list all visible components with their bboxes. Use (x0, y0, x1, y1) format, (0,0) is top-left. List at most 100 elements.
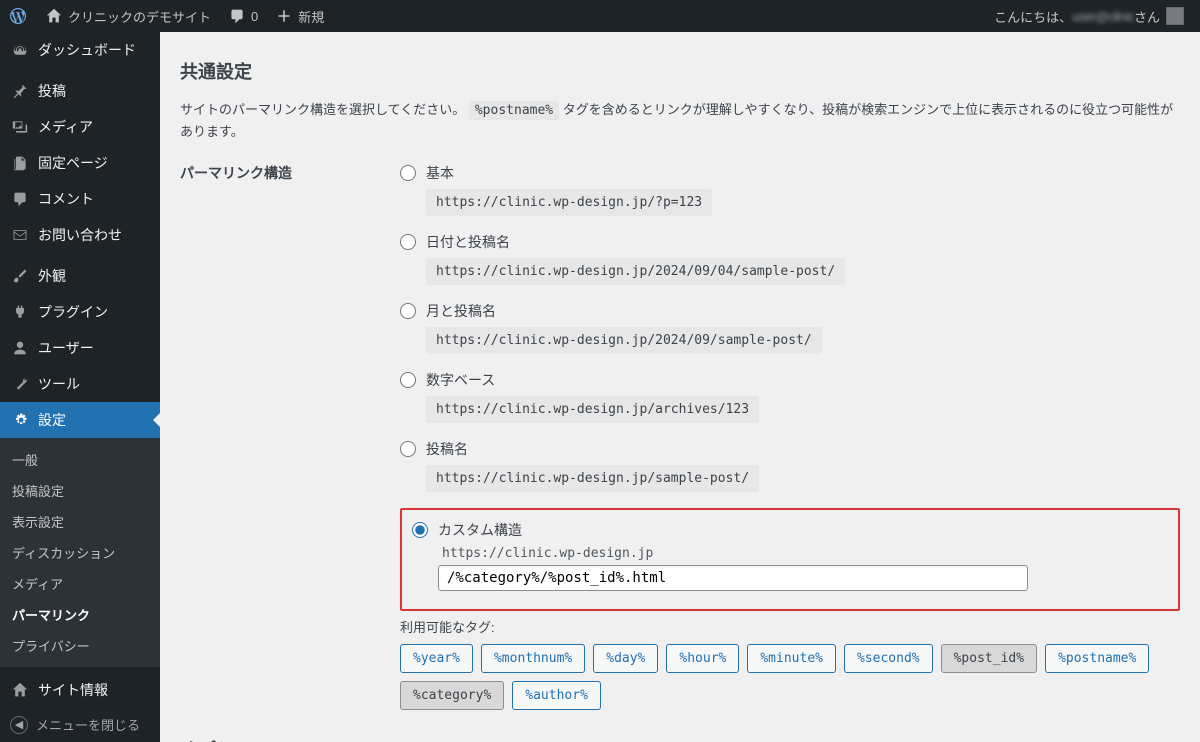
option-plain: 基本 https://clinic.wp-design.jp/?p=123 (400, 163, 1180, 216)
menu-media[interactable]: メディア (0, 109, 160, 145)
option-plain-label[interactable]: 基本 (400, 163, 1180, 183)
submenu-writing[interactable]: 投稿設定 (0, 475, 160, 506)
menu-label: サイト情報 (38, 680, 108, 700)
option-month-name: 月と投稿名 https://clinic.wp-design.jp/2024/0… (400, 301, 1180, 354)
collapse-icon: ◀ (10, 716, 28, 734)
collapse-menu[interactable]: ◀ メニューを閉じる (0, 707, 160, 742)
new-content-link[interactable]: 新規 (266, 0, 332, 32)
available-tags: %year% %monthnum% %day% %hour% %minute% %seco… (400, 644, 1180, 710)
tag-button[interactable]: %day% (593, 644, 658, 673)
radio-post-name[interactable] (400, 441, 416, 457)
options-heading: オプション (180, 736, 1180, 742)
menu-tools[interactable]: ツール (0, 366, 160, 402)
radio-custom[interactable] (412, 522, 428, 538)
menu-posts[interactable]: 投稿 (0, 73, 160, 109)
submenu-discussion[interactable]: ディスカッション (0, 537, 160, 568)
day-name-code: https://clinic.wp-design.jp/2024/09/04/s… (426, 258, 845, 285)
menu-comments[interactable]: コメント (0, 181, 160, 217)
option-numeric: 数字ベース https://clinic.wp-design.jp/archiv… (400, 370, 1180, 423)
option-custom-highlight: カスタム構造 https://clinic.wp-design.jp (400, 508, 1180, 611)
tag-button[interactable]: %postname% (1045, 644, 1149, 673)
month-name-code: https://clinic.wp-design.jp/2024/09/samp… (426, 327, 822, 354)
tag-button[interactable]: %hour% (666, 644, 739, 673)
menu-label: 固定ページ (38, 153, 108, 173)
tag-button[interactable]: %category% (400, 681, 504, 710)
tag-button[interactable]: %monthnum% (481, 644, 585, 673)
pin-icon (10, 81, 30, 101)
menu-plugins[interactable]: プラグイン (0, 294, 160, 330)
menu-label: 投稿 (38, 81, 66, 101)
option-post-name-label[interactable]: 投稿名 (400, 439, 1180, 459)
tag-button[interactable]: %second% (844, 644, 933, 673)
comments-link[interactable]: 0 (219, 0, 266, 32)
settings-submenu: 一般 投稿設定 表示設定 ディスカッション メディア パーマリンク プライバシー (0, 438, 160, 667)
option-custom-label[interactable]: カスタム構造 (412, 520, 1162, 540)
greeting-prefix: こんにちは、 (994, 7, 1072, 26)
menu-contact[interactable]: お問い合わせ (0, 217, 160, 253)
collapse-label: メニューを閉じる (36, 715, 140, 734)
wordpress-logo-icon (8, 6, 28, 26)
submenu-media[interactable]: メディア (0, 568, 160, 599)
comment-icon (227, 6, 247, 26)
home-icon (10, 680, 30, 700)
tag-button[interactable]: %author% (512, 681, 601, 710)
plain-code: https://clinic.wp-design.jp/?p=123 (426, 189, 712, 216)
permalink-structure-label: パーマリンク構造 (180, 163, 400, 710)
wrench-icon (10, 374, 30, 394)
radio-day-name[interactable] (400, 234, 416, 250)
greeting-suffix: さん (1134, 7, 1160, 26)
tag-button[interactable]: %minute% (747, 644, 836, 673)
plugin-icon (10, 302, 30, 322)
tag-button[interactable]: %post_id% (941, 644, 1037, 673)
option-day-name: 日付と投稿名 https://clinic.wp-design.jp/2024/… (400, 232, 1180, 285)
menu-dashboard[interactable]: ダッシュボード (0, 32, 160, 68)
wp-logo-menu[interactable] (0, 0, 36, 32)
option-numeric-label[interactable]: 数字ベース (400, 370, 1180, 390)
submenu-permalinks[interactable]: パーマリンク (0, 599, 160, 630)
numeric-code: https://clinic.wp-design.jp/archives/123 (426, 396, 759, 423)
brush-icon (10, 266, 30, 286)
common-settings-heading: 共通設定 (180, 58, 1180, 84)
option-day-name-label[interactable]: 日付と投稿名 (400, 232, 1180, 252)
mail-icon (10, 225, 30, 245)
content-area: 共通設定 サイトのパーマリンク構造を選択してください。 %postname% タ… (160, 32, 1200, 742)
dashboard-icon (10, 40, 30, 60)
radio-numeric[interactable] (400, 372, 416, 388)
custom-structure-input[interactable] (438, 565, 1028, 591)
plus-icon (274, 6, 294, 26)
submenu-reading[interactable]: 表示設定 (0, 506, 160, 537)
admin-bar: クリニックのデモサイト 0 新規 こんにちは、 user@clinic さん (0, 0, 1200, 32)
username-obscured: user@clinic (1072, 9, 1134, 24)
tag-button[interactable]: %year% (400, 644, 473, 673)
site-name-text: クリニックのデモサイト (68, 7, 211, 26)
description-text: サイトのパーマリンク構造を選択してください。 %postname% タグを含める… (180, 100, 1180, 143)
menu-label: メディア (38, 117, 93, 137)
account-link[interactable]: こんにちは、 user@clinic さん (986, 0, 1192, 32)
avatar (1166, 7, 1184, 25)
submenu-general[interactable]: 一般 (0, 444, 160, 475)
admin-menu: ダッシュボード 投稿 メディア 固定ページ コメント お問い合わせ 外観 (0, 32, 160, 742)
menu-label: 設定 (38, 410, 66, 430)
menu-site-info[interactable]: サイト情報 (0, 672, 160, 708)
menu-label: 外観 (38, 266, 66, 286)
option-month-name-label[interactable]: 月と投稿名 (400, 301, 1180, 321)
post-name-code: https://clinic.wp-design.jp/sample-post/ (426, 465, 759, 492)
menu-settings[interactable]: 設定 (0, 402, 160, 438)
radio-month-name[interactable] (400, 303, 416, 319)
available-tags-label: 利用可能なタグ: (400, 617, 1180, 636)
custom-url-prefix: https://clinic.wp-design.jp (438, 546, 1162, 561)
user-icon (10, 338, 30, 358)
menu-label: ダッシュボード (38, 40, 136, 60)
radio-plain[interactable] (400, 165, 416, 181)
menu-label: ユーザー (38, 338, 94, 358)
menu-users[interactable]: ユーザー (0, 330, 160, 366)
option-post-name: 投稿名 https://clinic.wp-design.jp/sample-p… (400, 439, 1180, 492)
submenu-privacy[interactable]: プライバシー (0, 630, 160, 661)
menu-pages[interactable]: 固定ページ (0, 145, 160, 181)
menu-appearance[interactable]: 外観 (0, 258, 160, 294)
new-content-label: 新規 (298, 7, 324, 26)
home-icon (44, 6, 64, 26)
menu-label: お問い合わせ (38, 225, 122, 245)
media-icon (10, 117, 30, 137)
site-name-link[interactable]: クリニックのデモサイト (36, 0, 219, 32)
